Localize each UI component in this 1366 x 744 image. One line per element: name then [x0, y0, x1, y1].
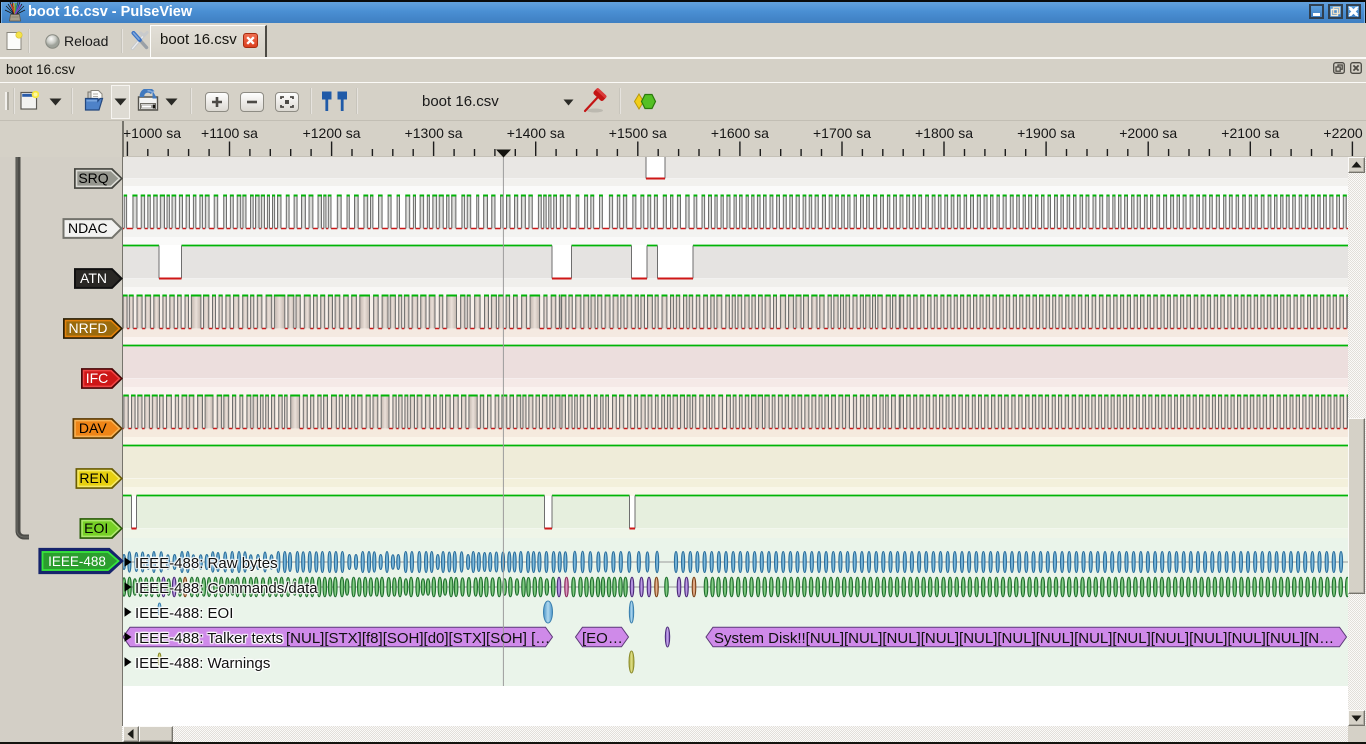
svg-text:ATN: ATN: [80, 270, 107, 286]
svg-text:IEEE-488: IEEE-488: [48, 554, 106, 569]
svg-text:IFC: IFC: [86, 370, 109, 386]
svg-text:NDAC: NDAC: [68, 220, 108, 236]
svg-text:EOI: EOI: [84, 520, 108, 536]
svg-text:REN: REN: [79, 470, 109, 486]
svg-text:NRFD: NRFD: [69, 320, 108, 336]
svg-text:SRQ: SRQ: [78, 170, 108, 186]
svg-text:DAV: DAV: [79, 420, 107, 436]
